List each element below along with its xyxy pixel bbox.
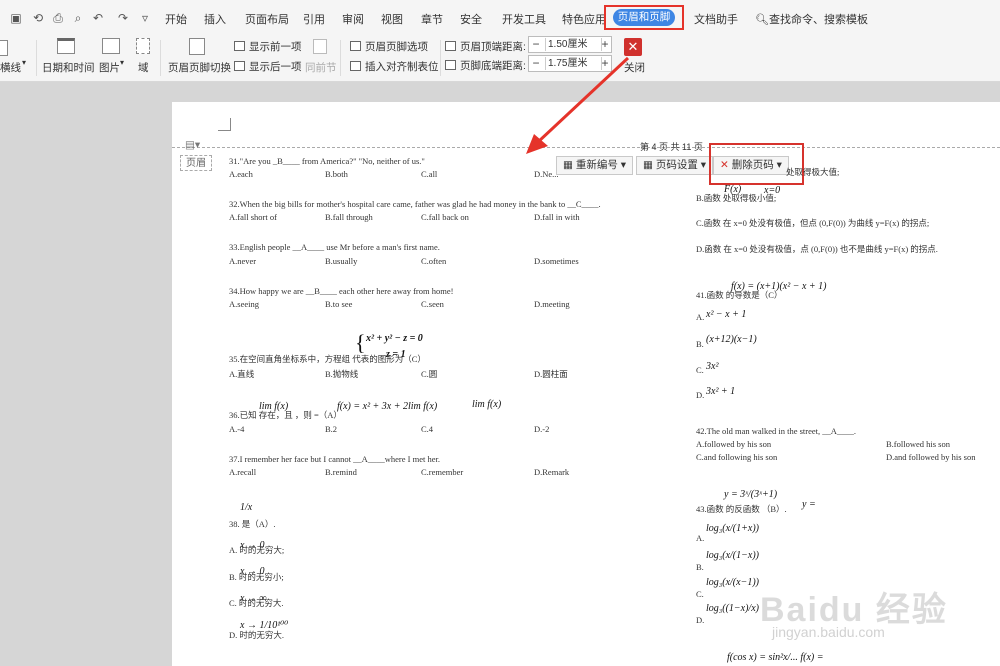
q43: 43.函数 的反函数 （B）. xyxy=(696,504,787,514)
eq-36: f(x) = x² + 3x + 2lim f(x) xyxy=(337,401,438,412)
q31-c: C.all xyxy=(421,169,438,179)
right-d: D.函数 在 x=0 处没有极值，点 (0,F(0)) 也不是曲线 y=F(x)… xyxy=(696,244,938,254)
system-eq-1: x² + y² − z = 0 xyxy=(366,333,423,344)
q32-d: D.fall in with xyxy=(534,212,580,222)
frac-38: 1/x xyxy=(240,502,253,513)
q31-a: A.each xyxy=(229,169,253,179)
q41-c: C. xyxy=(696,365,704,375)
q42-c: C.and following his son xyxy=(696,452,778,462)
q31-b: B.both xyxy=(325,169,348,179)
q34-c: C.seen xyxy=(421,299,444,309)
q33-a: A.never xyxy=(229,256,257,266)
b41: (x+12)(x−1) xyxy=(706,334,757,345)
q42-d: D.and followed by his son xyxy=(886,452,976,462)
q35-d: D.圆柱面 xyxy=(534,369,568,379)
q34: 34.How happy we are __B____ each other h… xyxy=(229,286,454,296)
a43: log₃(x/(1+x)) xyxy=(706,523,759,534)
q36-a: A.-4 xyxy=(229,424,245,434)
q37-b: B.remind xyxy=(325,467,357,477)
q32-b: B.fall through xyxy=(325,212,373,222)
a41: x² − x + 1 xyxy=(706,309,747,320)
q37: 37.I remember her face but I cannot __A_… xyxy=(229,454,440,464)
q42-b: B.followed his son xyxy=(886,439,950,449)
q36-b: B.2 xyxy=(325,424,338,434)
q43-c: C. xyxy=(696,589,704,599)
q34-b: B.to see xyxy=(325,299,353,309)
q38-a: A. 时的无穷大; xyxy=(229,545,285,555)
q42-a: A.followed by his son xyxy=(696,439,772,449)
q33-d: D.sometimes xyxy=(534,256,579,266)
q37-a: A.recall xyxy=(229,467,257,477)
bottom-math: f(cos x) = sin²x/... f(x) = xyxy=(727,652,824,663)
q32-a: A.fall short of xyxy=(229,212,277,222)
q31-d: D.Ne... xyxy=(534,169,559,179)
d43: log₃((1−x)/x) xyxy=(706,603,759,614)
y-eq: y = xyxy=(802,499,816,510)
q42: 42.The old man walked in the street, __A… xyxy=(696,426,857,436)
q35-b: B.抛物线 xyxy=(325,369,359,379)
q34-d: D.meeting xyxy=(534,299,570,309)
q43-d: D. xyxy=(696,615,705,625)
q32: 32.When the big bills for mother's hospi… xyxy=(229,199,601,209)
q32-c: C.fall back on xyxy=(421,212,469,222)
q41: 41.函数 的导数是（C） xyxy=(696,290,783,300)
q36-c: C.4 xyxy=(421,424,434,434)
right-b: B.函数 处取得极小值; xyxy=(696,193,777,203)
q33-b: B.usually xyxy=(325,256,358,266)
c41: 3x² xyxy=(706,361,719,372)
y43: y = 3ˣ/(3ˣ+1) xyxy=(724,489,778,500)
q35-a: A.直线 xyxy=(229,369,255,379)
watermark-url: jingyan.baidu.com xyxy=(772,624,885,640)
annotation-arrow xyxy=(526,56,630,154)
q38-d: D. 时的无穷大. xyxy=(229,630,285,640)
q38: 38. 是（A）. xyxy=(229,519,276,529)
q37-d: D.Remark xyxy=(534,467,570,477)
q35-c: C.圆 xyxy=(421,369,438,379)
q33: 33.English people __A____ use Mr before … xyxy=(229,242,440,252)
right-r1: 处取得极大值; xyxy=(786,167,840,177)
d41: 3x² + 1 xyxy=(706,386,736,397)
q31: 31."Are you _B____ from America?" "No, n… xyxy=(229,156,425,166)
q38-c: C. 时的无穷大. xyxy=(229,598,284,608)
q37-c: C.remember xyxy=(421,467,464,477)
c43: log₃(x/(x−1)) xyxy=(706,577,759,588)
lim-2: lim f(x) xyxy=(472,399,502,410)
q33-c: C.often xyxy=(421,256,447,266)
q36: 36.已知 存在，且 ，则 =（A） xyxy=(229,410,342,420)
arrow-line xyxy=(536,56,630,144)
q41-a: A. xyxy=(696,312,705,322)
q38-b: B. 时的无穷小; xyxy=(229,572,284,582)
q35: 35.在空间直角坐标系中，方程组 代表的图形为（C） xyxy=(229,354,426,364)
right-c: C.函数 在 x=0 处没有极值，但点 (0,F(0)) 为曲线 y=F(x) … xyxy=(696,218,930,228)
q36-d: D.-2 xyxy=(534,424,550,434)
q43-a: A. xyxy=(696,533,705,543)
q34-a: A.seeing xyxy=(229,299,259,309)
q41-d: D. xyxy=(696,390,705,400)
q43-b: B. xyxy=(696,562,704,572)
b43: log₃(x/(1−x)) xyxy=(706,550,759,561)
q41-b: B. xyxy=(696,339,704,349)
